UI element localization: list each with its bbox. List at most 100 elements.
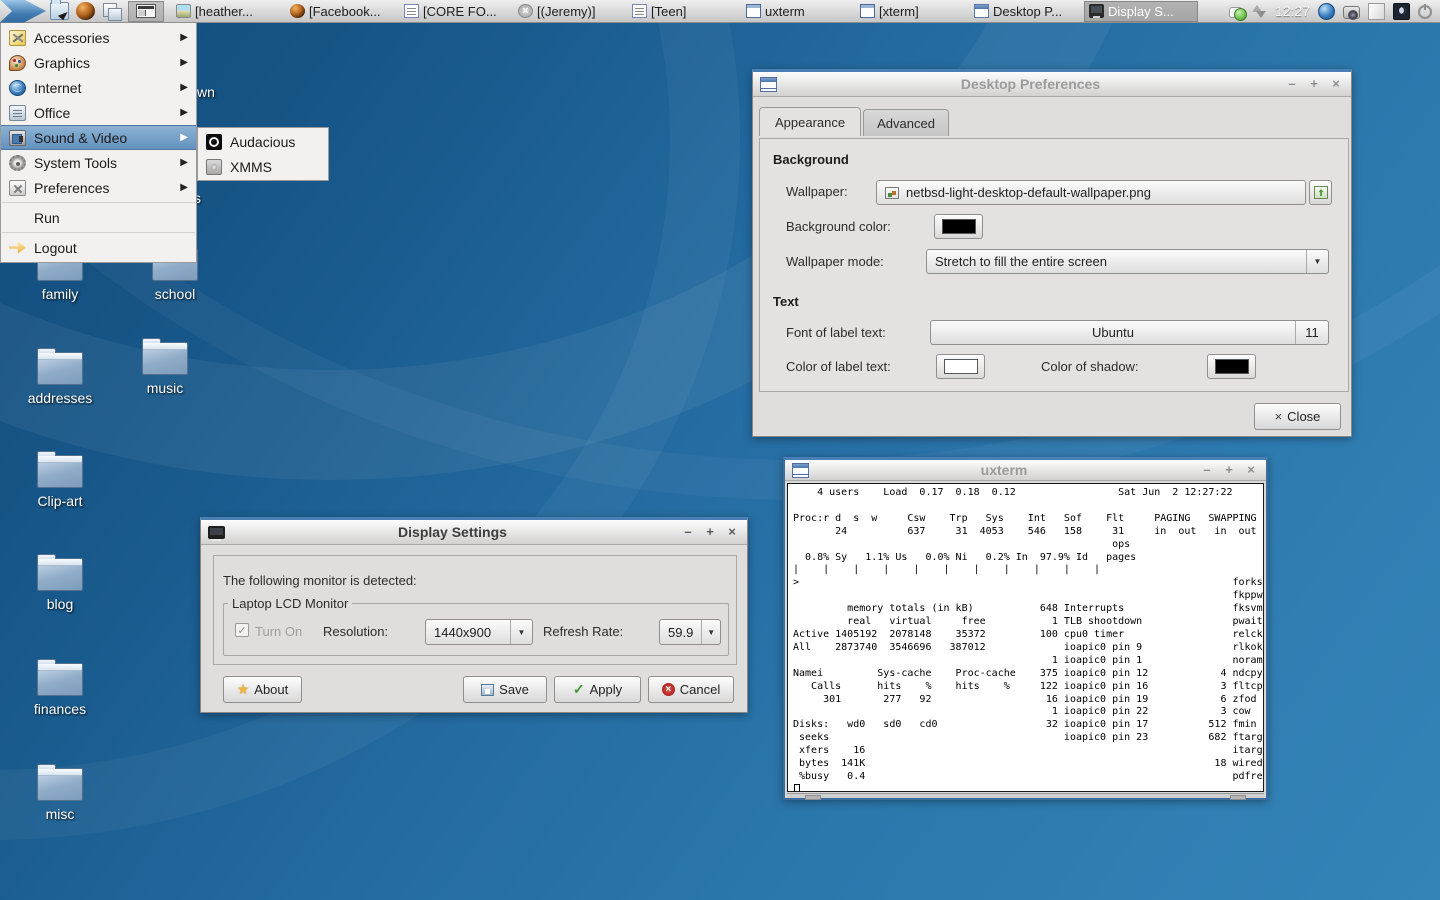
chevron-down-icon: ▼	[510, 620, 532, 644]
screensaver-monitor-icon[interactable]	[1393, 3, 1410, 20]
menu-item-run[interactable]: Run	[1, 205, 196, 230]
font-name-value: Ubuntu	[931, 321, 1295, 344]
desktop-icon-blog[interactable]: blog	[8, 558, 112, 614]
close-button[interactable]: ×	[1243, 462, 1259, 478]
taskbar-button-label: [heather...	[195, 4, 253, 19]
wallpaper-filename: netbsd-light-desktop-default-wallpaper.p…	[906, 185, 1151, 200]
close-button[interactable]: ×	[724, 524, 740, 540]
taskbar-button-display-settings[interactable]: Display S...	[1084, 1, 1198, 22]
taskbar-button-label: uxterm	[765, 4, 805, 19]
taskbar-button-label: [Facebook...	[309, 4, 381, 19]
taskbar-button-desktop-preferences[interactable]: Desktop P...	[970, 1, 1084, 22]
taskbar-button-core[interactable]: [CORE FO...	[400, 1, 514, 22]
background-color-swatch[interactable]	[934, 214, 983, 239]
text-section-heading: Text	[773, 294, 799, 309]
desktop-icon-misc[interactable]: misc	[8, 768, 112, 824]
desktop-icon-label: finances	[34, 701, 86, 717]
shadow-color-swatch[interactable]	[1207, 354, 1256, 379]
apply-button[interactable]: ✓ Apply	[554, 676, 641, 703]
document-icon	[632, 4, 647, 18]
taskbar-button-heather[interactable]: [heather...	[172, 1, 286, 22]
save-button[interactable]: Save	[463, 676, 547, 703]
maximize-button[interactable]: +	[1221, 462, 1237, 478]
font-button[interactable]: Ubuntu 11	[930, 320, 1329, 345]
terminal-icon	[746, 4, 761, 18]
minimize-button[interactable]: –	[1199, 462, 1215, 478]
minimize-button[interactable]: –	[680, 524, 696, 540]
chevron-down-icon: ▼	[701, 620, 720, 644]
apply-button-label: Apply	[590, 682, 623, 697]
submenu-arrow-icon: ▶	[180, 82, 188, 93]
menu-item-preferences[interactable]: Preferences ▶	[1, 175, 196, 200]
taskbar-button-uxterm[interactable]: uxterm	[742, 1, 856, 22]
cancel-button[interactable]: × Cancel	[648, 676, 734, 703]
taskbar-button-jeremy[interactable]: [(Jeremy)]	[514, 1, 628, 22]
turn-on-checkbox[interactable]: ✓	[235, 623, 249, 637]
monitor-icon	[208, 526, 225, 539]
menu-separator	[2, 232, 195, 233]
window-list-button[interactable]	[128, 1, 164, 22]
taskbar-button-teen[interactable]: [Teen]	[628, 1, 742, 22]
label-color-swatch[interactable]	[936, 354, 985, 379]
terminal-screen[interactable]: 4 users Load 0.17 0.18 0.12 Sat Jun 2 12…	[787, 483, 1264, 792]
menu-item-accessories[interactable]: Accessories ▶	[1, 25, 196, 50]
taskbar-button-xterm[interactable]: [xterm]	[856, 1, 970, 22]
tab-advanced[interactable]: Advanced	[863, 109, 949, 136]
wallpaper-mode-dropdown[interactable]: Stretch to fill the entire screen ▼	[926, 249, 1329, 274]
window-stack-icon[interactable]	[102, 2, 121, 20]
taskbar-button-facebook[interactable]: [Facebook...	[286, 1, 400, 22]
menu-item-office[interactable]: Office ▶	[1, 100, 196, 125]
close-button[interactable]: × Close	[1254, 403, 1341, 430]
save-disk-icon	[481, 684, 494, 696]
documents-icon	[9, 105, 26, 121]
desktop-icon-finances[interactable]: finances	[8, 663, 112, 719]
desktop-icon-music[interactable]: music	[113, 342, 217, 398]
desktop-icon-addresses[interactable]: addresses	[8, 352, 112, 408]
menu-item-internet[interactable]: Internet ▶	[1, 75, 196, 100]
start-arrow-icon[interactable]	[0, 0, 46, 23]
screenshot-camera-icon[interactable]	[1343, 6, 1360, 19]
power-icon[interactable]	[1418, 5, 1432, 19]
shadow-color-label: Color of shadow:	[1041, 359, 1139, 374]
menu-item-graphics[interactable]: Graphics ▶	[1, 50, 196, 75]
toolbox-icon	[9, 180, 26, 196]
close-button[interactable]: ×	[1328, 76, 1344, 92]
cancel-button-label: Cancel	[680, 682, 720, 697]
chat-status-icon[interactable]	[1229, 7, 1242, 18]
minimize-button[interactable]: –	[1284, 76, 1300, 92]
globe-icon[interactable]	[1318, 3, 1335, 20]
blank-sheet-icon[interactable]	[1368, 3, 1385, 20]
transfer-arrows-icon[interactable]	[1250, 3, 1267, 20]
titlebar[interactable]: Display Settings – + ×	[201, 520, 747, 545]
menu-item-system-tools[interactable]: System Tools ▶	[1, 150, 196, 175]
close-button-label: Close	[1287, 409, 1320, 424]
resize-handle-strip[interactable]	[787, 793, 1264, 798]
resolution-dropdown[interactable]: 1440x900 ▼	[425, 619, 533, 645]
background-color-label: Background color:	[786, 219, 891, 234]
monitor-icon	[1089, 4, 1104, 18]
about-button[interactable]: ★ About	[223, 676, 302, 703]
wallpaper-browse-button[interactable]	[1309, 180, 1332, 205]
maximize-button[interactable]: +	[1306, 76, 1322, 92]
titlebar[interactable]: Desktop Preferences – + ×	[753, 72, 1351, 97]
menu-item-label: Preferences	[34, 180, 109, 196]
wallpaper-file-button[interactable]: netbsd-light-desktop-default-wallpaper.p…	[876, 180, 1306, 205]
maximize-button[interactable]: +	[702, 524, 718, 540]
resolution-value: 1440x900	[426, 620, 510, 644]
menu-item-logout[interactable]: Logout	[1, 235, 196, 260]
clock[interactable]: 12:27	[1275, 3, 1310, 19]
menu-item-label: System Tools	[34, 155, 117, 171]
file-manager-icon[interactable]	[50, 2, 69, 20]
tab-appearance[interactable]: Appearance	[759, 107, 861, 136]
folder-icon	[37, 558, 83, 591]
submenu-item-audacious[interactable]: Audacious	[198, 129, 328, 154]
refresh-rate-dropdown[interactable]: 59.9 ▼	[659, 619, 721, 645]
wallpaper-label: Wallpaper:	[786, 184, 848, 199]
web-browser-icon[interactable]	[76, 2, 95, 20]
desktop-icon-clip-art[interactable]: Clip-art	[8, 455, 112, 511]
menu-item-sound-video[interactable]: Sound & Video ▶	[1, 125, 196, 150]
submenu-item-xmms[interactable]: XMMS	[198, 154, 328, 179]
image-file-icon	[885, 187, 899, 199]
uxterm-window: uxterm – + × 4 users Load 0.17 0.18 0.12…	[783, 457, 1268, 800]
titlebar[interactable]: uxterm – + ×	[785, 460, 1266, 481]
